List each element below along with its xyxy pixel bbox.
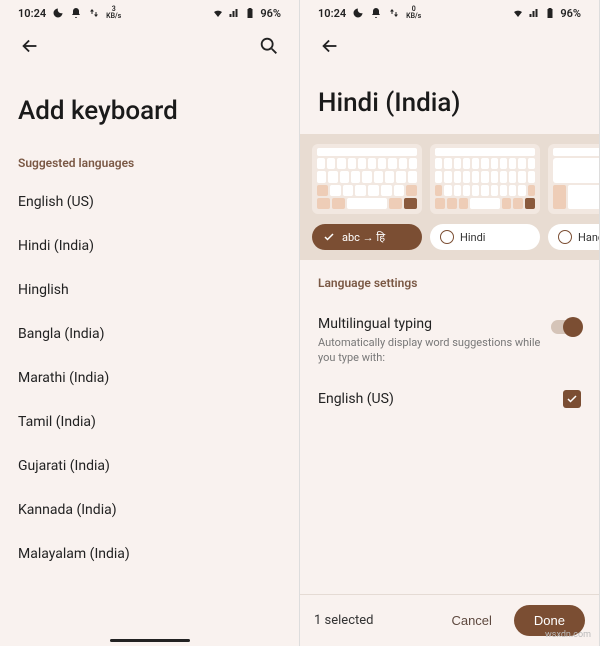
net-speed: 3KB/s [106,6,121,20]
updown-icon [388,7,400,19]
language-item[interactable]: Gujarati (India) [0,444,299,488]
app-bar [300,26,599,66]
page-title: Add keyboard [0,66,299,150]
layout-chip-transliteration[interactable]: abc → हि [312,224,422,250]
language-item[interactable]: Hindi (India) [0,224,299,268]
radio-icon [440,230,454,244]
screen-add-keyboard: 10:24 3KB/s 96% Add keyboard Suggested l… [0,0,300,646]
keyboard-thumb-handwriting[interactable] [548,144,599,214]
updown-icon [88,7,100,19]
setting-multilingual-typing[interactable]: Multilingual typing Automatically displa… [318,308,581,380]
setting-description: Automatically display word suggestions w… [318,336,541,366]
layout-chip-hindi[interactable]: Hindi [430,224,540,250]
cancel-button[interactable]: Cancel [437,605,505,636]
section-language-settings: Language settings [300,260,599,294]
language-english-us[interactable]: English (US) [318,380,581,418]
search-button[interactable] [257,34,281,58]
battery-icon [544,7,556,19]
keyboard-thumb-transliteration[interactable] [312,144,422,214]
nav-indicator [110,639,190,642]
app-bar [0,26,299,66]
status-bar: 10:24 3KB/s 96% [0,0,299,26]
chip-label: abc → हि [342,230,385,245]
status-time: 10:24 [318,7,346,20]
watermark: wsxdn.com [545,630,591,640]
language-item[interactable]: English (US) [0,180,299,224]
keyboard-preview: abc → हि Hindi Handwriting [300,134,599,260]
page-title: Hindi (India) [300,66,599,134]
setting-label: Multilingual typing [318,316,541,332]
language-list: English (US) Hindi (India) Hinglish Bang… [0,180,299,576]
language-item[interactable]: Marathi (India) [0,356,299,400]
toggle-multilingual[interactable] [551,320,581,334]
back-button[interactable] [318,34,342,58]
moon-icon [52,7,64,19]
chip-label: Handwriting [578,231,599,244]
layout-chip-handwriting[interactable]: Handwriting [548,224,599,250]
bell-icon [70,7,82,19]
check-label: English (US) [318,391,563,407]
battery-percent: 96% [560,7,581,20]
section-suggested: Suggested languages [0,150,299,180]
language-item[interactable]: Kannada (India) [0,488,299,532]
back-button[interactable] [18,34,42,58]
check-icon [322,230,336,244]
layout-chips: abc → हि Hindi Handwriting [312,224,599,250]
signal-icon [528,7,540,19]
language-item[interactable]: Bangla (India) [0,312,299,356]
chip-label: Hindi [460,231,485,244]
radio-icon [558,230,572,244]
net-speed: 0KB/s [406,6,421,20]
language-item[interactable]: Hinglish [0,268,299,312]
keyboard-thumb-hindi[interactable] [430,144,540,214]
battery-percent: 96% [260,7,281,20]
battery-icon [244,7,256,19]
wifi-icon [212,7,224,19]
screen-hindi-india: 10:24 0KB/s 96% Hindi (India) [300,0,600,646]
wifi-icon [512,7,524,19]
selected-count: 1 selected [314,613,429,628]
checkbox-english-us[interactable] [563,390,581,408]
moon-icon [352,7,364,19]
status-bar: 10:24 0KB/s 96% [300,0,599,26]
language-item[interactable]: Tamil (India) [0,400,299,444]
bell-icon [370,7,382,19]
signal-icon [228,7,240,19]
status-time: 10:24 [18,7,46,20]
language-item[interactable]: Malayalam (India) [0,532,299,576]
